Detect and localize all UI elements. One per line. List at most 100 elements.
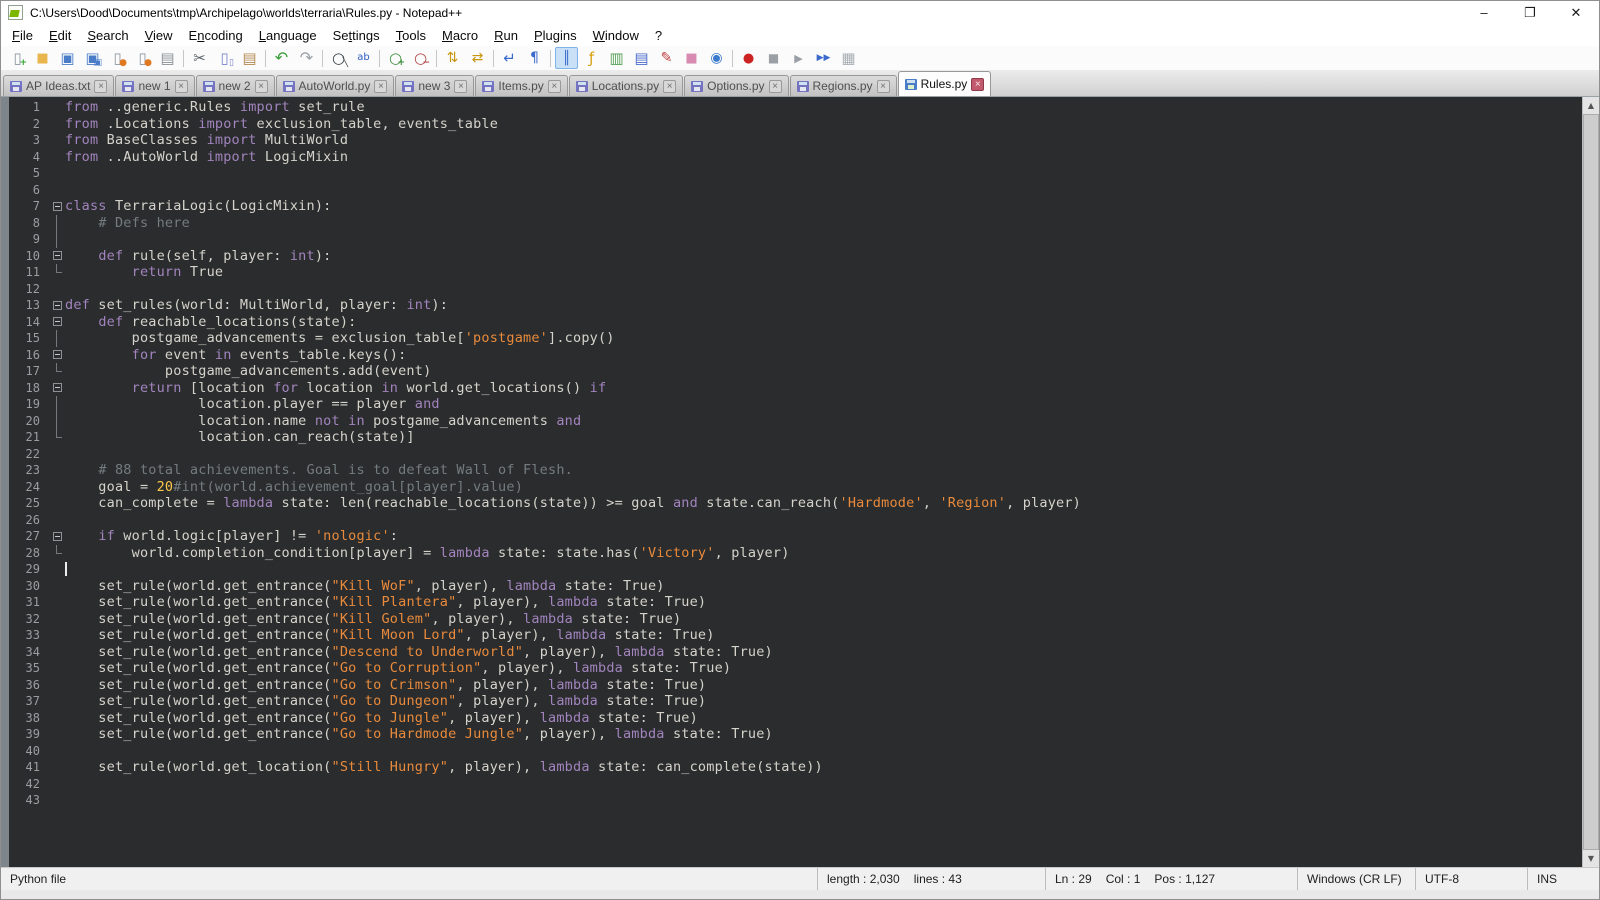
code-text[interactable]: for event in events_table.keys(): <box>65 347 1582 364</box>
code-text[interactable] <box>65 165 1582 182</box>
tab-autoworld-py[interactable]: AutoWorld.py× <box>276 75 395 96</box>
macro-run-multiple-icon[interactable]: ▶▶ <box>812 47 835 69</box>
tab-close-icon[interactable]: × <box>454 80 467 93</box>
zoom-in-icon[interactable]: ○+ <box>384 47 407 69</box>
fold-margin[interactable] <box>49 314 65 331</box>
code-text[interactable]: location.player == player and <box>65 396 1582 413</box>
minimize-button[interactable]: – <box>1461 1 1507 24</box>
code-text[interactable]: from ..generic.Rules import set_rule <box>65 99 1582 116</box>
menu-item-language[interactable]: Language <box>251 26 325 45</box>
close-file-icon[interactable]: ▯● <box>106 47 129 69</box>
code-text[interactable]: set_rule(world.get_entrance("Descend to … <box>65 644 1582 661</box>
fold-collapse-icon[interactable] <box>53 383 62 392</box>
code-text[interactable]: from BaseClasses import MultiWorld <box>65 132 1582 149</box>
bookmark-margin[interactable] <box>1 97 9 867</box>
tab-ap-ideas-txt[interactable]: AP Ideas.txt× <box>3 75 114 96</box>
code-text[interactable]: set_rule(world.get_entrance("Go to Corru… <box>65 660 1582 677</box>
fold-collapse-icon[interactable] <box>53 301 62 310</box>
code-text[interactable]: postgame_advancements.add(event) <box>65 363 1582 380</box>
code-text[interactable] <box>65 776 1582 793</box>
code-text[interactable] <box>65 182 1582 199</box>
restore-button[interactable]: ❐ <box>1507 1 1553 24</box>
edit-marker-icon[interactable]: ✎ <box>655 47 678 69</box>
tab-options-py[interactable]: Options.py× <box>684 75 788 96</box>
save-all-icon[interactable]: ▣▣ <box>81 47 104 69</box>
code-text[interactable]: set_rule(world.get_entrance("Go to Hardm… <box>65 726 1582 743</box>
macro-save-icon[interactable]: ▦ <box>837 47 860 69</box>
code-text[interactable] <box>65 281 1582 298</box>
menu-item-run[interactable]: Run <box>486 26 526 45</box>
menu-item-search[interactable]: Search <box>79 26 136 45</box>
code-text[interactable] <box>65 792 1582 809</box>
scrollbar-up-button[interactable]: ▲ <box>1583 97 1599 114</box>
tab-items-py[interactable]: Items.py× <box>475 75 567 96</box>
tab-close-icon[interactable]: × <box>663 80 676 93</box>
close-button[interactable]: ✕ <box>1553 1 1599 24</box>
tab-close-icon[interactable]: × <box>255 80 268 93</box>
fold-margin[interactable] <box>49 297 65 314</box>
copy-icon[interactable]: ▯▯ <box>213 47 236 69</box>
tab-regions-py[interactable]: Regions.py× <box>790 75 897 96</box>
code-text[interactable]: def rule(self, player: int): <box>65 248 1582 265</box>
tab-close-icon[interactable]: × <box>94 80 107 93</box>
fold-collapse-icon[interactable] <box>53 317 62 326</box>
fold-collapse-icon[interactable] <box>53 202 62 211</box>
fold-collapse-icon[interactable] <box>53 251 62 260</box>
new-file-icon[interactable]: ▯+ <box>6 47 29 69</box>
tab-rules-py[interactable]: Rules.py× <box>898 71 992 96</box>
menu-item-edit[interactable]: Edit <box>41 26 79 45</box>
function-list-icon[interactable]: ƒ <box>580 47 603 69</box>
code-text[interactable]: set_rule(world.get_entrance("Go to Jungl… <box>65 710 1582 727</box>
code-text[interactable]: set_rule(world.get_entrance("Go to Dunge… <box>65 693 1582 710</box>
code-text[interactable] <box>65 446 1582 463</box>
fold-margin[interactable] <box>49 528 65 545</box>
tab-close-icon[interactable]: × <box>548 80 561 93</box>
fold-margin[interactable] <box>49 198 65 215</box>
fold-collapse-icon[interactable] <box>53 350 62 359</box>
code-text[interactable]: def set_rules(world: MultiWorld, player:… <box>65 297 1582 314</box>
show-all-characters-icon[interactable]: ¶ <box>523 47 546 69</box>
code-text[interactable]: set_rule(world.get_entrance("Go to Crims… <box>65 677 1582 694</box>
vertical-scrollbar[interactable]: ▲ ▼ <box>1582 97 1599 867</box>
tab-close-icon[interactable]: × <box>971 78 984 91</box>
code-text[interactable]: if world.logic[player] != 'nologic': <box>65 528 1582 545</box>
sync-scroll-vertical-icon[interactable]: ⇅ <box>441 47 464 69</box>
sync-scroll-horizontal-icon[interactable]: ⇄ <box>466 47 489 69</box>
cut-icon[interactable]: ✂ <box>188 47 211 69</box>
indent-guide-icon[interactable]: ║ <box>555 47 578 69</box>
tab-close-icon[interactable]: × <box>175 80 188 93</box>
word-wrap-icon[interactable]: ↵ <box>498 47 521 69</box>
code-text[interactable]: location.name not in postgame_advancemen… <box>65 413 1582 430</box>
code-area[interactable]: 1from ..generic.Rules import set_rule2fr… <box>9 97 1582 867</box>
menu-item-window[interactable]: Window <box>585 26 647 45</box>
menu-item-macro[interactable]: Macro <box>434 26 486 45</box>
print-icon[interactable]: ▤ <box>156 47 179 69</box>
menu-item-file[interactable]: File <box>4 26 41 45</box>
menu-item-settings[interactable]: Settings <box>325 26 388 45</box>
folder-as-workspace-icon[interactable]: ■ <box>680 47 703 69</box>
code-text[interactable]: return True <box>65 264 1582 281</box>
code-text[interactable]: set_rule(world.get_location("Still Hungr… <box>65 759 1582 776</box>
tab-close-icon[interactable]: × <box>877 80 890 93</box>
code-text[interactable]: location.can_reach(state)] <box>65 429 1582 446</box>
tab-new-1[interactable]: new 1× <box>115 75 194 96</box>
tab-new-3[interactable]: new 3× <box>395 75 474 96</box>
scrollbar-down-button[interactable]: ▼ <box>1583 850 1599 867</box>
document-map-icon[interactable]: ▥ <box>605 47 628 69</box>
code-text[interactable] <box>65 512 1582 529</box>
code-text[interactable]: set_rule(world.get_entrance("Kill Plante… <box>65 594 1582 611</box>
redo-icon[interactable]: ↷ <box>295 47 318 69</box>
save-icon[interactable]: ▣ <box>56 47 79 69</box>
fold-margin[interactable] <box>49 248 65 265</box>
find-icon[interactable]: ○╲ <box>327 47 350 69</box>
code-text[interactable]: class TerrariaLogic(LogicMixin): <box>65 198 1582 215</box>
code-text[interactable]: set_rule(world.get_entrance("Kill Moon L… <box>65 627 1582 644</box>
code-text[interactable]: world.completion_condition[player] = lam… <box>65 545 1582 562</box>
close-all-icon[interactable]: ▯● <box>131 47 154 69</box>
open-folder-icon[interactable]: ■ <box>31 47 54 69</box>
menu-item-encoding[interactable]: Encoding <box>181 26 251 45</box>
code-text[interactable]: return [location for location in world.g… <box>65 380 1582 397</box>
fold-margin[interactable] <box>49 380 65 397</box>
tab-locations-py[interactable]: Locations.py× <box>569 75 683 96</box>
macro-play-icon[interactable]: ▶ <box>787 47 810 69</box>
